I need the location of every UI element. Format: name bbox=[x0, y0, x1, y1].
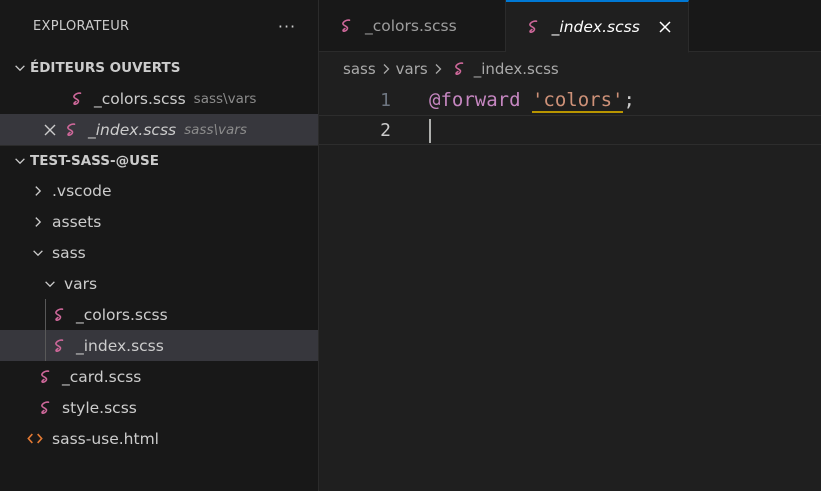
chevron-right-icon bbox=[378, 61, 394, 77]
sass-file-icon bbox=[52, 307, 68, 323]
keyword-token: @forward bbox=[429, 89, 521, 111]
tree-item-label: _colors.scss bbox=[76, 305, 168, 324]
tab-label: _index.scss bbox=[551, 18, 640, 36]
chevron-down-icon bbox=[28, 243, 48, 263]
chevron-right-icon bbox=[28, 212, 48, 232]
tree-item-label: sass bbox=[52, 243, 86, 262]
workspace-title: TEST-SASS-@USE bbox=[30, 152, 160, 169]
tree-file-card[interactable]: _card.scss bbox=[0, 361, 318, 392]
tree-item-label: vars bbox=[64, 274, 98, 293]
close-icon[interactable] bbox=[654, 16, 676, 38]
tree-item-label: assets bbox=[52, 212, 102, 231]
open-editors-title: ÉDITEURS OUVERTS bbox=[30, 60, 181, 76]
sass-file-icon bbox=[526, 19, 542, 35]
sass-file-icon bbox=[452, 61, 468, 77]
breadcrumb: sass vars _index.scss bbox=[319, 52, 821, 85]
indent-guide bbox=[45, 330, 46, 361]
code-editor[interactable]: 1 @forward 'colors'; 2 bbox=[319, 85, 821, 145]
tab-colors-scss[interactable]: _colors.scss bbox=[319, 0, 506, 52]
breadcrumb-item[interactable]: vars bbox=[396, 60, 428, 78]
tab-bar: _colors.scss _index.scss bbox=[319, 0, 821, 53]
open-editor-filename: _colors.scss bbox=[94, 89, 186, 108]
editor-area: _colors.scss _index.scss sass vars _inde… bbox=[319, 0, 821, 491]
string-token: 'colors' bbox=[531, 89, 624, 113]
sass-file-icon bbox=[38, 400, 54, 416]
punctuation-token: ; bbox=[623, 89, 635, 111]
chevron-right-icon bbox=[430, 61, 446, 77]
code-line[interactable]: 1 @forward 'colors'; bbox=[319, 85, 821, 115]
chevron-right-icon bbox=[28, 181, 48, 201]
more-actions-icon[interactable]: ··· bbox=[276, 16, 298, 38]
code-line-current[interactable]: 2 bbox=[319, 115, 821, 145]
indent-guide bbox=[45, 299, 46, 330]
tree-folder-assets[interactable]: assets bbox=[0, 206, 318, 237]
tree-item-label: _card.scss bbox=[62, 367, 142, 386]
tree-folder-vars[interactable]: vars bbox=[0, 268, 318, 299]
chevron-down-icon bbox=[10, 151, 30, 171]
line-content: @forward 'colors'; bbox=[429, 89, 635, 113]
tree-file-sass-use-html[interactable]: sass-use.html bbox=[0, 423, 318, 454]
sass-file-icon bbox=[339, 18, 355, 34]
chevron-down-icon bbox=[40, 274, 60, 294]
tree-file-index[interactable]: _index.scss bbox=[0, 330, 318, 361]
tree-item-label: style.scss bbox=[62, 398, 137, 417]
tree-folder-vscode[interactable]: .vscode bbox=[0, 175, 318, 206]
tab-label: _colors.scss bbox=[365, 17, 457, 35]
open-editor-filename: _index.scss bbox=[88, 120, 177, 139]
breadcrumb-item[interactable]: _index.scss bbox=[474, 60, 559, 78]
workspace-section-header[interactable]: TEST-SASS-@USE bbox=[0, 145, 318, 175]
tree-item-label: _index.scss bbox=[76, 336, 164, 355]
tree-item-label: .vscode bbox=[52, 181, 112, 200]
sass-file-icon bbox=[64, 122, 80, 138]
line-number: 2 bbox=[380, 119, 391, 141]
tab-index-scss[interactable]: _index.scss bbox=[505, 0, 689, 53]
sass-file-icon bbox=[70, 91, 86, 107]
tree-folder-sass[interactable]: sass bbox=[0, 237, 318, 268]
sass-file-icon bbox=[52, 338, 68, 354]
open-editors-section-header[interactable]: ÉDITEURS OUVERTS bbox=[0, 53, 318, 83]
open-editor-item-colors[interactable]: _colors.scss sass\vars bbox=[0, 83, 318, 114]
tree-file-colors[interactable]: _colors.scss bbox=[0, 299, 318, 330]
line-number: 1 bbox=[380, 89, 391, 111]
sass-file-icon bbox=[38, 369, 54, 385]
explorer-header: EXPLORATEUR ··· bbox=[0, 0, 318, 53]
open-editor-path: sass\vars bbox=[184, 121, 247, 138]
tree-file-style[interactable]: style.scss bbox=[0, 392, 318, 423]
open-editor-path: sass\vars bbox=[193, 90, 257, 107]
breadcrumb-item[interactable]: sass bbox=[343, 60, 376, 78]
tree-item-label: sass-use.html bbox=[52, 429, 159, 448]
explorer-sidebar: EXPLORATEUR ··· ÉDITEURS OUVERTS _colors… bbox=[0, 0, 319, 491]
html-file-icon bbox=[26, 431, 44, 447]
explorer-title: EXPLORATEUR bbox=[33, 19, 130, 34]
close-icon[interactable] bbox=[42, 122, 58, 138]
open-editor-item-index[interactable]: _index.scss sass\vars bbox=[0, 114, 318, 145]
text-cursor bbox=[429, 119, 431, 143]
chevron-down-icon bbox=[10, 58, 30, 78]
